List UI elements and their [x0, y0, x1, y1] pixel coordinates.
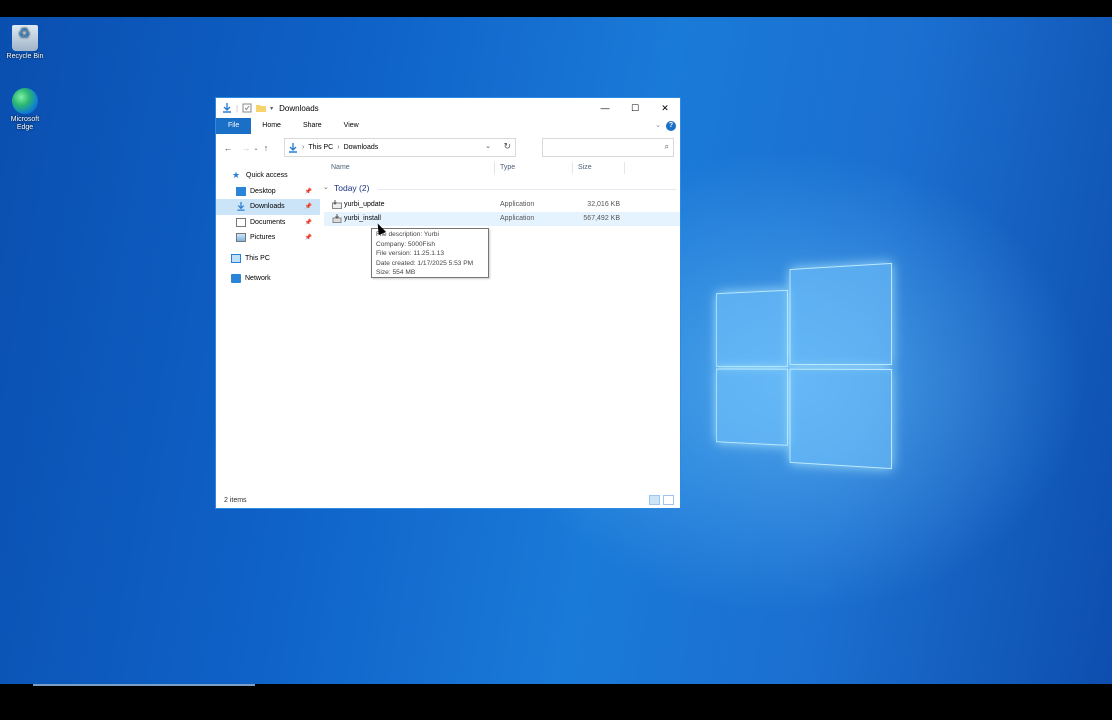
file-name: yurbi_update — [344, 201, 384, 208]
nav-item-pictures[interactable]: Pictures 📌 — [216, 230, 320, 246]
view-switcher — [649, 495, 674, 505]
tooltip-line: Size: 554 MB — [376, 268, 488, 278]
breadcrumb-this-pc[interactable]: This PC — [308, 144, 333, 151]
breadcrumb-downloads[interactable]: Downloads — [344, 144, 379, 151]
large-icons-view-icon[interactable] — [663, 495, 674, 505]
forward-arrow-icon[interactable]: → — [240, 143, 252, 153]
edge-desktop-icon[interactable]: Microsoft Edge — [3, 88, 47, 132]
tooltip-line: File description: Yurbi — [376, 230, 488, 240]
help-icon[interactable]: ? — [666, 121, 676, 131]
file-info-tooltip: File description: Yurbi Company: 5000Fis… — [371, 228, 489, 278]
up-arrow-icon[interactable]: ↑ — [260, 143, 272, 153]
file-type: Application — [500, 215, 534, 222]
file-list: Name Type Size ⌄ Today (2) yurbi_update … — [324, 160, 680, 226]
tab-view[interactable]: View — [333, 118, 370, 134]
file-type: Application — [500, 201, 534, 208]
nav-item-network[interactable]: Network — [216, 271, 320, 287]
tab-share[interactable]: Share — [292, 118, 333, 134]
file-name: yurbi_install — [344, 215, 381, 222]
group-label: Today (2) — [334, 183, 369, 193]
nav-item-label: Desktop — [250, 188, 276, 195]
edge-icon — [12, 88, 38, 114]
title-bar[interactable]: | ▾ Downloads — ☐ ✕ — [216, 98, 680, 118]
downloads-folder-icon — [236, 202, 246, 211]
downloads-location-icon — [288, 143, 298, 153]
recycle-bin-desktop-icon[interactable]: Recycle Bin — [3, 25, 47, 61]
recycle-bin-icon — [12, 25, 38, 51]
nav-item-quick-access[interactable]: ★ Quick access — [216, 168, 320, 184]
tooltip-line: Date created: 1/17/2025 5:53 PM — [376, 259, 488, 269]
nav-item-label: Network — [245, 275, 271, 282]
file-size: 32,016 KB — [574, 201, 620, 208]
refresh-icon[interactable]: ↻ — [503, 141, 511, 152]
documents-folder-icon — [236, 218, 246, 227]
windows-logo-wallpaper — [716, 263, 890, 467]
column-headers: Name Type Size — [324, 160, 680, 176]
computer-icon — [231, 254, 241, 263]
navigation-pane: ★ Quick access Desktop 📌 Downloads 📌 Doc… — [216, 168, 320, 287]
nav-item-desktop[interactable]: Desktop 📌 — [216, 184, 320, 200]
status-item-count: 2 items — [224, 497, 247, 504]
pin-icon: 📌 — [305, 219, 312, 226]
nav-item-documents[interactable]: Documents 📌 — [216, 215, 320, 231]
pin-icon: 📌 — [305, 234, 312, 241]
nav-item-this-pc[interactable]: This PC — [216, 251, 320, 267]
expand-ribbon-chevron-icon[interactable]: ⌄ — [655, 121, 661, 129]
search-icon: ⌕ — [665, 142, 669, 152]
qa-separator: | — [236, 104, 238, 113]
search-input[interactable]: ⌕ — [542, 138, 674, 157]
downloads-arrow-icon — [222, 103, 232, 113]
address-row: ← → ⌄ ↑ › This PC › Downloads ⌄ ↻ ⌕ — [216, 136, 680, 160]
group-collapse-chevron-icon[interactable]: ⌄ — [323, 183, 329, 191]
details-view-icon[interactable] — [649, 495, 660, 505]
taskbar-progress-line — [33, 684, 255, 686]
star-icon: ★ — [232, 171, 242, 180]
back-arrow-icon[interactable]: ← — [222, 143, 234, 153]
close-button[interactable]: ✕ — [650, 98, 680, 118]
tooltip-line: Company: 5000Fish — [376, 240, 488, 250]
nav-item-label: Pictures — [250, 234, 275, 241]
breadcrumb-separator-icon: › — [337, 144, 339, 151]
tab-home[interactable]: Home — [251, 118, 292, 134]
pin-icon: 📌 — [305, 188, 312, 195]
file-size: 567,492 KB — [574, 215, 620, 222]
column-header-size[interactable]: Size — [578, 164, 592, 171]
minimize-button[interactable]: — — [590, 98, 620, 118]
ribbon-tabs: File Home Share View ⌄ ? — [216, 118, 680, 134]
recent-locations-chevron-icon[interactable]: ⌄ — [252, 145, 260, 152]
maximize-button[interactable]: ☐ — [620, 98, 650, 118]
new-folder-icon[interactable] — [256, 103, 266, 113]
application-installer-icon — [332, 214, 342, 223]
edge-label: Microsoft Edge — [3, 116, 47, 132]
nav-item-label: Documents — [250, 219, 285, 226]
recycle-bin-label: Recycle Bin — [3, 53, 47, 61]
address-bar[interactable]: › This PC › Downloads ⌄ ↻ — [284, 138, 516, 157]
group-header-today[interactable]: ⌄ Today (2) — [324, 180, 680, 198]
column-header-name[interactable]: Name — [331, 164, 350, 171]
file-explorer-window: | ▾ Downloads — ☐ ✕ File Home Share View… — [215, 97, 681, 509]
breadcrumb-separator-icon: › — [302, 144, 304, 151]
desktop-folder-icon — [236, 187, 246, 196]
nav-item-downloads[interactable]: Downloads 📌 — [216, 199, 320, 215]
nav-item-label: Quick access — [246, 172, 288, 179]
tab-file[interactable]: File — [216, 118, 251, 134]
pictures-folder-icon — [236, 233, 246, 242]
window-title: Downloads — [279, 104, 319, 113]
network-icon — [231, 274, 241, 283]
customize-qa-chevron-icon[interactable]: ▾ — [270, 105, 273, 112]
tooltip-line: File version: 11.25.1.13 — [376, 249, 488, 259]
address-dropdown-chevron-icon[interactable]: ⌄ — [485, 142, 491, 150]
file-row-yurbi-update[interactable]: yurbi_update Application 32,016 KB — [324, 198, 680, 212]
pin-icon: 📌 — [305, 203, 312, 210]
nav-item-label: Downloads — [250, 203, 285, 210]
application-installer-icon — [332, 200, 342, 209]
properties-icon[interactable] — [242, 103, 252, 113]
column-header-type[interactable]: Type — [500, 164, 515, 171]
nav-item-label: This PC — [245, 255, 270, 262]
